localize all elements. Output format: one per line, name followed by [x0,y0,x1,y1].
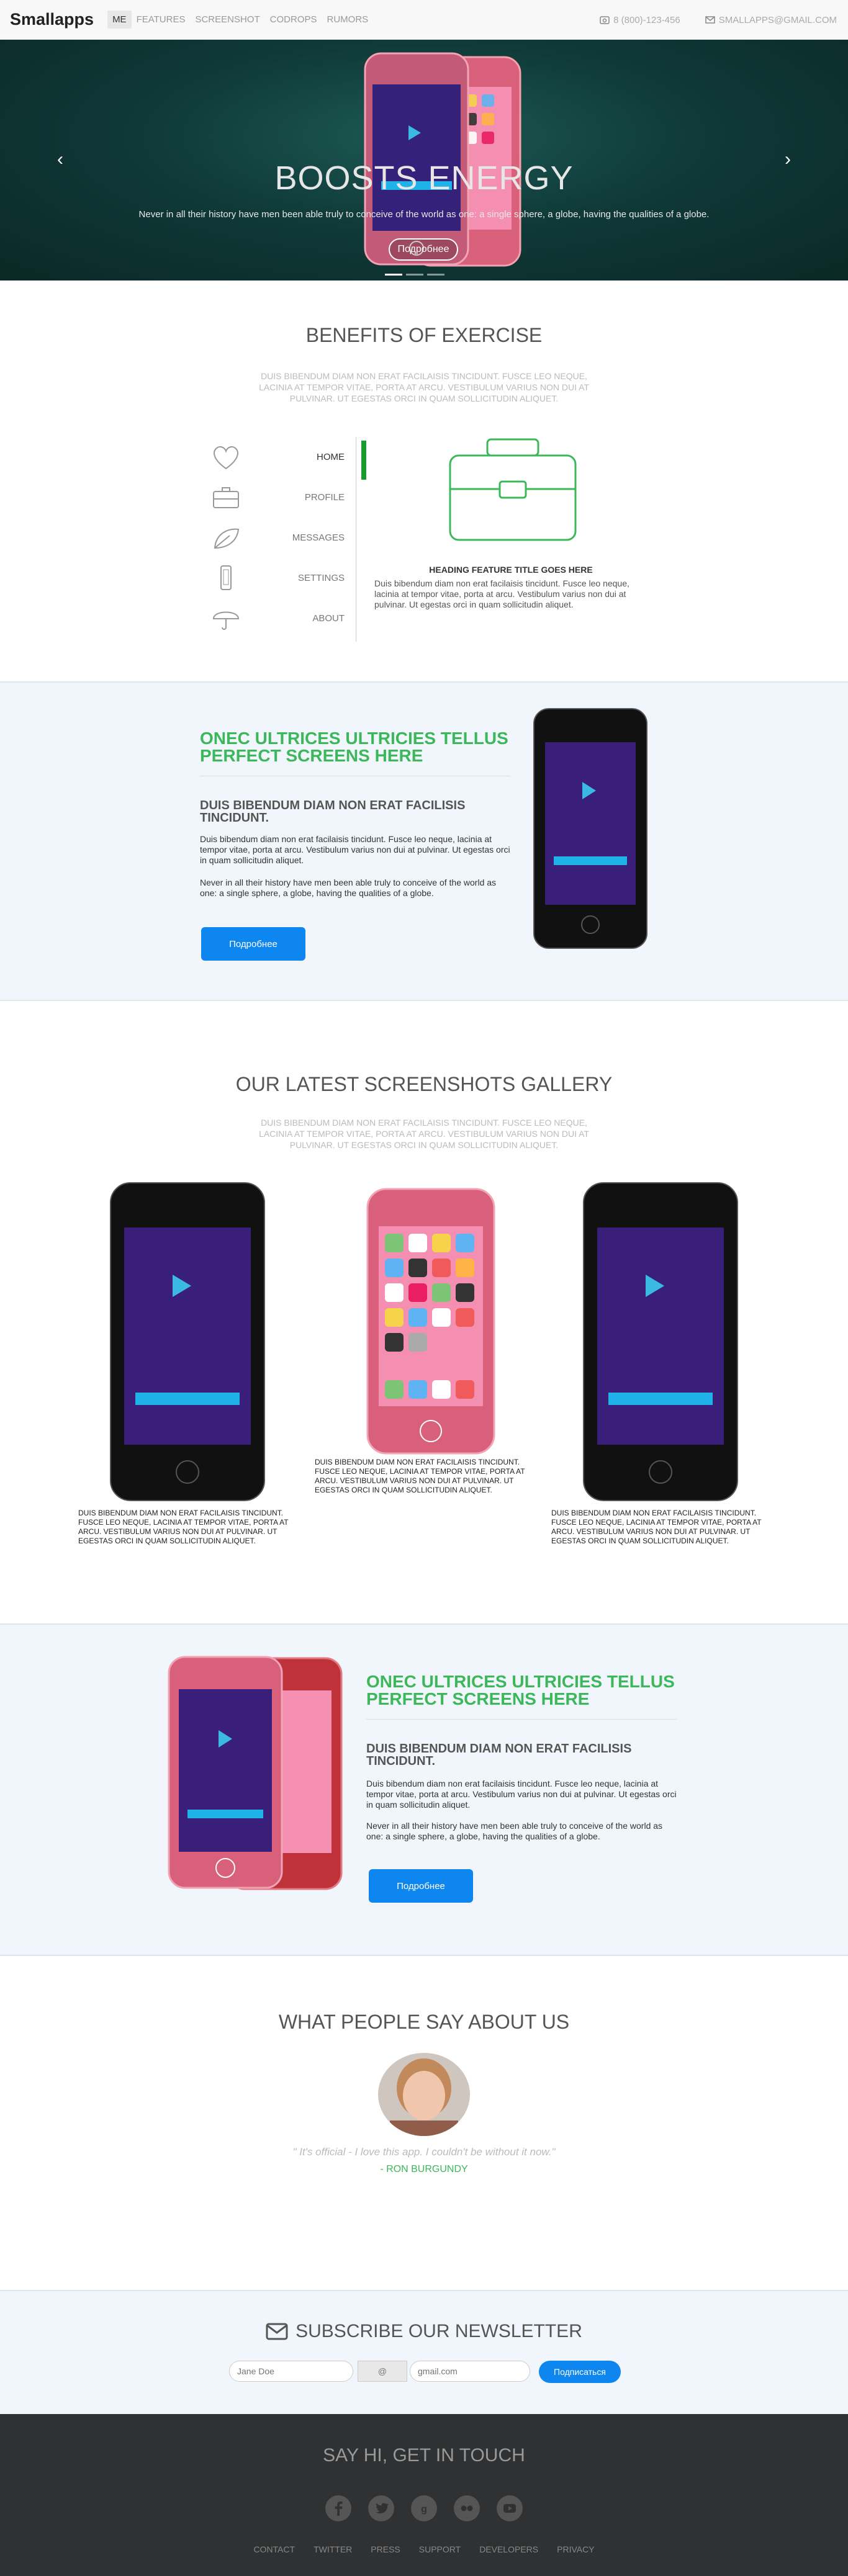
footer-link-privacy[interactable]: PRIVACY [557,2544,594,2554]
testimonial-author: - RON BURGUNDY [380,2164,468,2174]
gallery-phone-1-image[interactable] [109,1182,266,1502]
promo-section-2: ONEC ULTRICES ULTRICIES TELLUS PERFECT S… [0,1623,848,1956]
newsletter-section: SUBSCRIBE OUR NEWSLETTER @ Подписаться [0,2290,848,2414]
phone-number: 8 (800)-123-456 [613,14,680,25]
carousel-indicator[interactable] [385,274,402,276]
svg-text:g: g [421,2504,427,2515]
promo1-more-button[interactable]: Подробнее [201,927,305,961]
testimonial-quote: " It's official - I love this app. I cou… [292,2146,556,2158]
footer-links: CONTACT TWITTER PRESS SUPPORT DEVELOPERS… [0,2544,848,2554]
twitter-icon[interactable] [368,2495,395,2522]
youtube-icon[interactable] [496,2495,523,2522]
footer-link-support[interactable]: SUPPORT [419,2544,461,2554]
page-body: BENEFITS OF EXERCISE DUIS BIBENDUM DIAM … [0,280,848,2576]
carousel-indicator[interactable] [427,274,444,276]
nav-contacts: 8 (800)-123-456 SMALLAPPS@GMAIL.COM [600,0,837,40]
hero-title: BOOSTS ENERGY [274,159,574,197]
tab-label: MESSAGES [292,532,345,543]
footer-link-press[interactable]: PRESS [371,2544,400,2554]
envelope-icon [705,16,715,24]
promo1-paragraph-1: Duis bibendum diam non erat facilaisis t… [200,834,510,865]
flickr-icon[interactable] [453,2495,480,2522]
tab-home[interactable]: HOME [211,437,366,480]
mobile-icon [220,565,232,590]
gallery-subtitle: DUIS BIBENDUM DIAM NON ERAT FACILAISIS T… [259,1118,589,1150]
nav-links: ME FEATURES SCREENSHOT CODROPS RUMORS [107,11,373,29]
tab-messages[interactable]: MESSAGES [211,518,360,558]
nav-link-rumors[interactable]: RUMORS [322,11,374,29]
promo2-phones-image [168,1656,343,1890]
tab-about[interactable]: ABOUT [211,598,360,639]
newsletter-at-addon: @ [358,2361,407,2382]
promo2-paragraph-1: Duis bibendum diam non erat facilaisis t… [366,1779,677,1810]
tab-label: PROFILE [304,492,345,503]
gallery-caption-1: DUIS BIBENDUM DIAM NON ERAT FACILAISIS T… [78,1509,289,1545]
tab-label: HOME [317,452,345,462]
gallery-title: OUR LATEST SCREENSHOTS GALLERY [235,1073,613,1095]
footer-link-contact[interactable]: CONTACT [253,2544,295,2554]
tab-label: SETTINGS [297,573,345,583]
newsletter-heading: SUBSCRIBE OUR NEWSLETTER [0,2321,848,2342]
promo2-title: ONEC ULTRICES ULTRICIES TELLUS PERFECT S… [366,1672,675,1708]
nav-link-screenshot[interactable]: SCREENSHOT [190,11,264,29]
promo1-subtitle: DUIS BIBENDUM DIAM NON ERAT FACILISIS TI… [200,799,466,825]
footer-link-twitter[interactable]: TWITTER [313,2544,352,2554]
carousel-prev-icon[interactable]: ‹ [57,149,63,170]
carousel-indicator[interactable] [406,274,423,276]
footer-title: SAY HI, GET IN TOUCH [323,2445,525,2466]
newsletter-name-input[interactable] [229,2361,353,2382]
umbrella-icon [212,611,240,630]
newsletter-subscribe-button[interactable]: Подписаться [539,2361,621,2383]
newsletter-title: SUBSCRIBE OUR NEWSLETTER [295,2321,582,2341]
promo1-title: ONEC ULTRICES ULTRICIES TELLUS PERFECT S… [200,729,508,765]
briefcase-icon [213,487,239,508]
nav-link-me[interactable]: ME [107,11,132,29]
tab-label: ABOUT [312,613,345,624]
facebook-icon[interactable] [325,2495,352,2522]
benefits-title: BENEFITS OF EXERCISE [305,324,543,346]
top-navbar: Smallapps ME FEATURES SCREENSHOT CODROPS… [0,0,848,40]
promo-section-1: ONEC ULTRICES ULTRICIES TELLUS PERFECT S… [0,681,848,1001]
newsletter-email-input[interactable] [410,2361,530,2382]
nav-link-features[interactable]: FEATURES [132,11,191,29]
hero-text: Never in all their history have men been… [138,209,710,220]
promo1-paragraph-2: Never in all their history have men been… [200,877,497,898]
briefcase-feature-icon [449,438,577,541]
nav-link-codrops[interactable]: CODROPS [265,11,322,29]
google-plus-icon[interactable]: g [410,2495,438,2522]
footer-social-icons: g [0,2495,848,2522]
gallery-caption-3: DUIS BIBENDUM DIAM NON ERAT FACILAISIS T… [551,1509,762,1545]
envelope-icon [266,2323,288,2340]
hero-more-button[interactable]: Подробнее [389,238,458,261]
phone-contact[interactable]: 8 (800)-123-456 [600,15,680,25]
benefits-tabs: HOME PROFILE MESSAGES SETTINGS ABOUT [211,437,366,639]
benefits-subtitle: DUIS BIBENDUM DIAM NON ERAT FACILAISIS T… [259,371,589,403]
promo2-paragraph-2: Never in all their history have men been… [366,1821,663,1841]
brand-logo[interactable]: Smallapps [10,10,94,29]
tab-settings[interactable]: SETTINGS [211,558,360,598]
testimonial-avatar [378,2053,470,2136]
gallery-phone-3-image[interactable] [582,1182,739,1502]
gallery-phone-2-image[interactable] [366,1188,495,1455]
promo2-more-button[interactable]: Подробнее [369,1869,473,1903]
footer-link-developers[interactable]: DEVELOPERS [479,2544,538,2554]
email-contact[interactable]: SMALLAPPS@GMAIL.COM [705,15,837,25]
testimonial-title: WHAT PEOPLE SAY ABOUT US [278,2011,570,2033]
feature-title: HEADING FEATURE TITLE GOES HERE [429,565,593,575]
feature-text: Duis bibendum diam non erat facilaisis t… [374,578,629,609]
hero-carousel: BOOSTS ENERGY Never in all their history… [0,40,848,280]
email-address: SMALLAPPS@GMAIL.COM [718,14,837,25]
phone-icon [600,16,610,24]
promo2-divider [366,1719,677,1720]
heart-icon [214,446,238,469]
promo2-subtitle: DUIS BIBENDUM DIAM NON ERAT FACILISIS TI… [366,1742,632,1768]
gallery-caption-2: DUIS BIBENDUM DIAM NON ERAT FACILAISIS T… [315,1458,525,1494]
carousel-indicators [385,274,444,276]
promo1-phone-image [533,708,647,949]
footer: SAY HI, GET IN TOUCH g CONTACT TWITTER P… [0,2414,848,2576]
leaf-icon [214,528,240,549]
tab-profile[interactable]: PROFILE [211,477,360,518]
carousel-next-icon[interactable]: › [785,149,791,170]
